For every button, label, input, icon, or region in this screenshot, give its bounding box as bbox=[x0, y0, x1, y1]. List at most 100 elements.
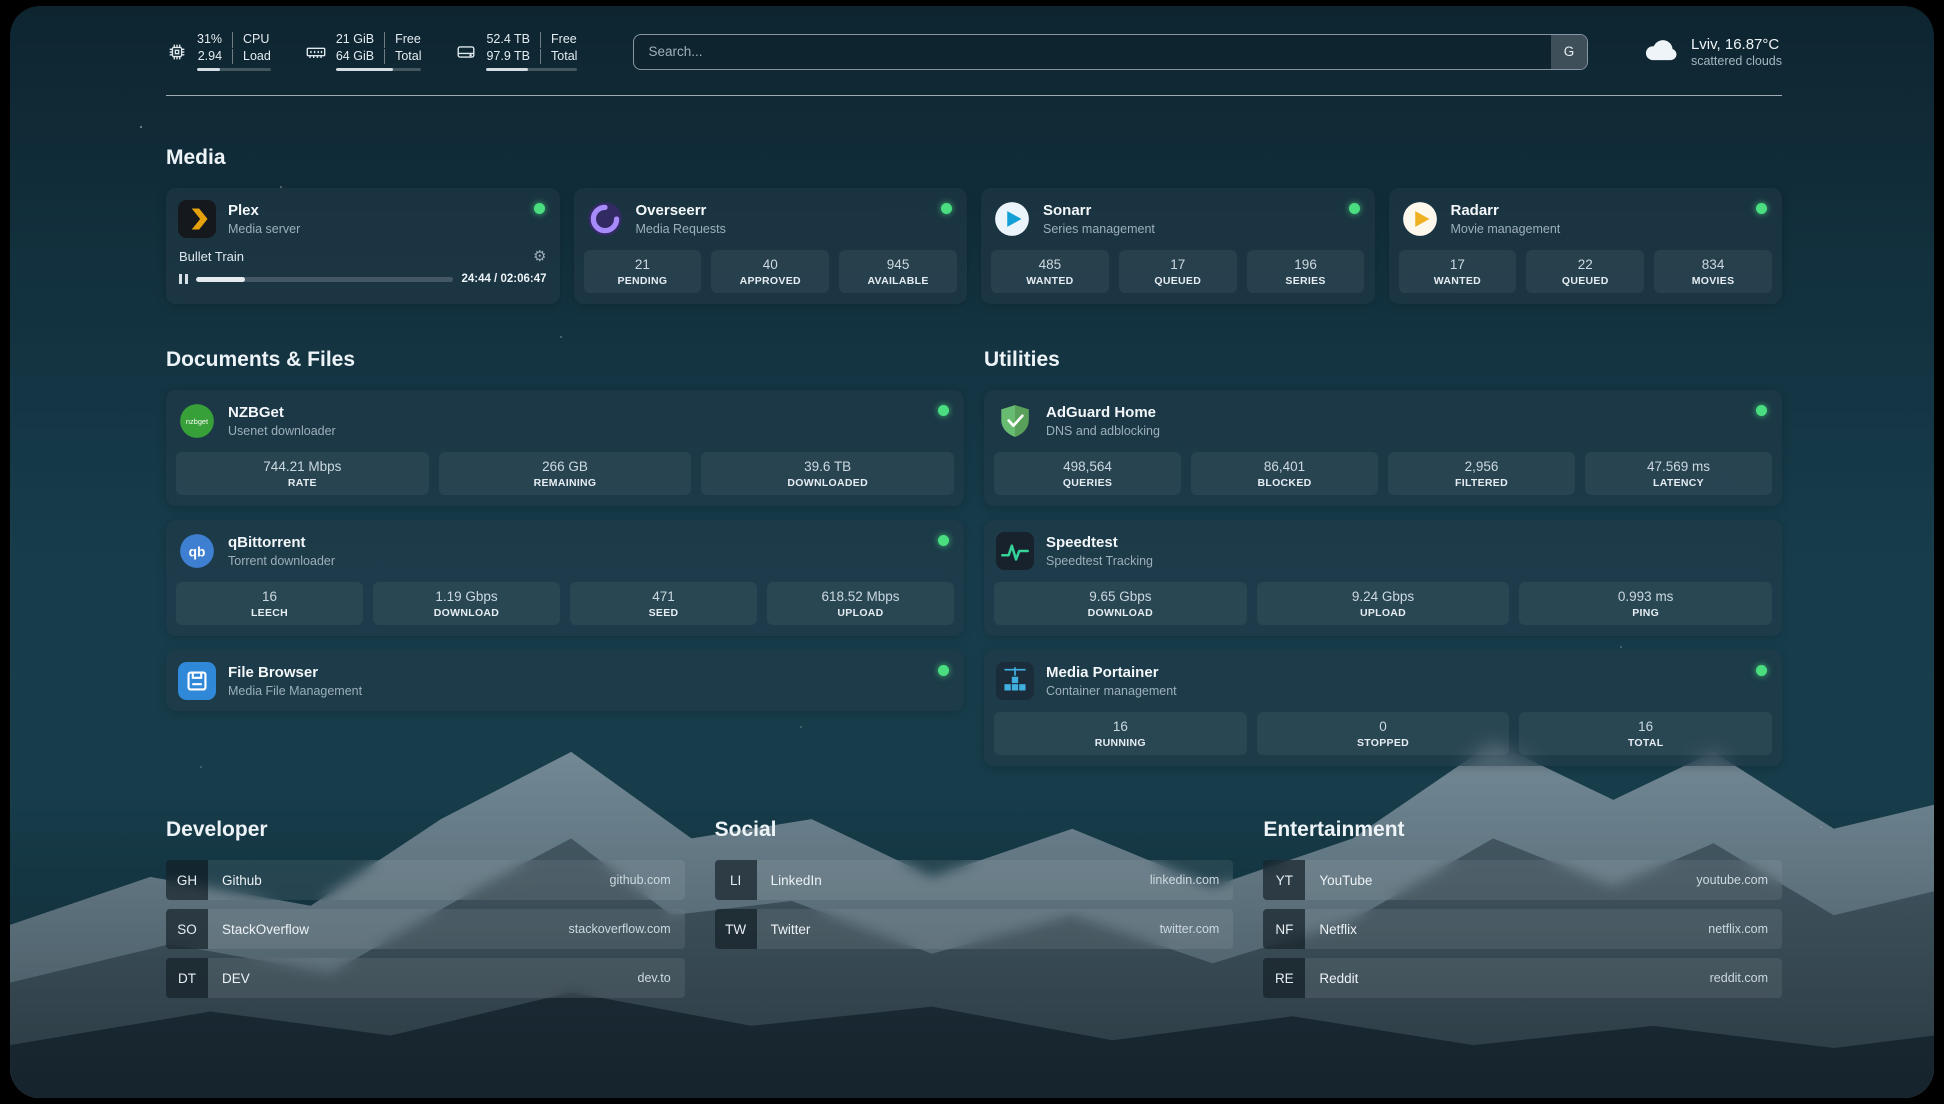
cpu-label-bottom: Load bbox=[232, 49, 271, 65]
memory-icon bbox=[305, 41, 327, 63]
service-name: NZBGet bbox=[228, 404, 336, 423]
service-card-radarr[interactable]: Radarr Movie management 17 WANTED 22 QUE… bbox=[1389, 188, 1783, 304]
stat-tile: 744.21 Mbps RATE bbox=[176, 452, 429, 495]
bookmark-abbr: RE bbox=[1263, 958, 1305, 998]
search-input[interactable] bbox=[634, 35, 1551, 69]
stat-label: WANTED bbox=[1401, 275, 1515, 287]
stat-label: LATENCY bbox=[1587, 477, 1770, 489]
weather-location: Lviv, 16.87°C bbox=[1691, 35, 1782, 55]
bookmark-github[interactable]: GH Github github.com bbox=[166, 860, 685, 900]
settings-gear-icon[interactable]: ⚙ bbox=[533, 247, 546, 265]
stat-label: STOPPED bbox=[1259, 737, 1508, 749]
stat-label: SEED bbox=[572, 607, 755, 619]
stat-value: 21 bbox=[586, 257, 700, 272]
stat-tile: 1.19 Gbps DOWNLOAD bbox=[373, 582, 560, 625]
now-playing: Bullet Train ⚙ 24:44 / 02:06:47 bbox=[176, 247, 550, 285]
bookmark-linkedin[interactable]: LI LinkedIn linkedin.com bbox=[715, 860, 1234, 900]
service-card-filebrowser[interactable]: File Browser Media File Management bbox=[166, 650, 964, 711]
stat-value: 196 bbox=[1249, 257, 1363, 272]
stat-tile: 39.6 TB DOWNLOADED bbox=[701, 452, 954, 495]
stat-label: UPLOAD bbox=[1259, 607, 1508, 619]
stat-tile: 471 SEED bbox=[570, 582, 757, 625]
playback-time: 24:44 / 02:06:47 bbox=[461, 273, 546, 285]
stat-tile: 17 QUEUED bbox=[1119, 250, 1237, 293]
service-subtitle: Media File Management bbox=[228, 684, 362, 698]
stat-tile: 2,956 FILTERED bbox=[1388, 452, 1575, 495]
service-card-nzbget[interactable]: nzbget NZBGet Usenet downloader 744.21 M… bbox=[166, 390, 964, 506]
bookmark-twitter[interactable]: TW Twitter twitter.com bbox=[715, 909, 1234, 949]
stat-tile: 16 LEECH bbox=[176, 582, 363, 625]
disk-label-bottom: Total bbox=[540, 49, 577, 65]
pause-icon bbox=[179, 274, 188, 284]
stat-label: QUEUED bbox=[1121, 275, 1235, 287]
stat-value: 485 bbox=[993, 257, 1107, 272]
search-bar: G bbox=[633, 34, 1588, 70]
service-subtitle: Torrent downloader bbox=[228, 554, 335, 568]
section-title-developer: Developer bbox=[166, 818, 685, 842]
stat-label: WANTED bbox=[993, 275, 1107, 287]
bookmark-url: twitter.com bbox=[1160, 922, 1220, 936]
stat-value: 86,401 bbox=[1193, 459, 1376, 474]
cpu-progress-bar bbox=[197, 68, 271, 71]
service-card-portainer[interactable]: Media Portainer Container management 16 … bbox=[984, 650, 1782, 766]
stat-label: SERIES bbox=[1249, 275, 1363, 287]
section-title-documents: Documents & Files bbox=[166, 348, 964, 372]
weather-condition: scattered clouds bbox=[1691, 54, 1782, 68]
stat-tile: 17 WANTED bbox=[1399, 250, 1517, 293]
stat-label: LEECH bbox=[178, 607, 361, 619]
bookmark-netflix[interactable]: NF Netflix netflix.com bbox=[1263, 909, 1782, 949]
service-name: Radarr bbox=[1451, 202, 1561, 221]
stat-value: 22 bbox=[1528, 257, 1642, 272]
stat-value: 618.52 Mbps bbox=[769, 589, 952, 604]
media-card-row: Plex Media server Bullet Train ⚙ 24:44 /… bbox=[166, 188, 1782, 304]
stat-value: 0 bbox=[1259, 719, 1508, 734]
stat-label: PING bbox=[1521, 607, 1770, 619]
service-card-sonarr[interactable]: Sonarr Series management 485 WANTED 17 Q… bbox=[981, 188, 1375, 304]
memory-widget: 21 GiB Free 64 GiB Total bbox=[305, 32, 422, 71]
bookmark-reddit[interactable]: RE Reddit reddit.com bbox=[1263, 958, 1782, 998]
bookmark-abbr: DT bbox=[166, 958, 208, 998]
cpu-icon bbox=[166, 41, 188, 63]
bookmark-group-social: Social LI LinkedIn linkedin.com TW Twitt… bbox=[715, 818, 1234, 1007]
bookmark-dev[interactable]: DT DEV dev.to bbox=[166, 958, 685, 998]
service-card-qbittorrent[interactable]: qb qBittorrent Torrent downloader 16 LEE… bbox=[166, 520, 964, 636]
bookmark-url: linkedin.com bbox=[1150, 873, 1219, 887]
service-card-speedtest[interactable]: Speedtest Speedtest Tracking 9.65 Gbps D… bbox=[984, 520, 1782, 636]
bookmark-name: Netflix bbox=[1319, 922, 1357, 937]
service-card-plex[interactable]: Plex Media server Bullet Train ⚙ 24:44 /… bbox=[166, 188, 560, 304]
stat-value: 9.65 Gbps bbox=[996, 589, 1245, 604]
bookmark-url: youtube.com bbox=[1696, 873, 1768, 887]
service-subtitle: Media Requests bbox=[636, 222, 726, 236]
stat-label: MOVIES bbox=[1656, 275, 1770, 287]
service-card-overseerr[interactable]: Overseerr Media Requests 21 PENDING 40 A… bbox=[574, 188, 968, 304]
bookmark-url: dev.to bbox=[638, 971, 671, 985]
stat-tile: 196 SERIES bbox=[1247, 250, 1365, 293]
stat-value: 17 bbox=[1121, 257, 1235, 272]
disk-total: 97.9 TB bbox=[486, 49, 540, 65]
adguard-icon bbox=[996, 402, 1034, 440]
disk-icon bbox=[455, 41, 477, 63]
radarr-icon bbox=[1401, 200, 1439, 238]
weather-widget: Lviv, 16.87°C scattered clouds bbox=[1644, 34, 1782, 69]
search-provider-button[interactable]: G bbox=[1551, 35, 1587, 69]
stat-tile: 0 STOPPED bbox=[1257, 712, 1510, 755]
bookmark-youtube[interactable]: YT YouTube youtube.com bbox=[1263, 860, 1782, 900]
stat-value: 16 bbox=[1521, 719, 1770, 734]
memory-free: 21 GiB bbox=[336, 32, 384, 48]
bookmark-abbr: NF bbox=[1263, 909, 1305, 949]
header-divider bbox=[166, 95, 1782, 96]
stat-value: 2,956 bbox=[1390, 459, 1573, 474]
service-card-adguard[interactable]: AdGuard Home DNS and adblocking 498,564 … bbox=[984, 390, 1782, 506]
memory-progress-bar bbox=[336, 68, 422, 71]
cloud-icon bbox=[1644, 34, 1680, 69]
cpu-widget: 31% CPU 2.94 Load bbox=[166, 32, 271, 71]
bookmark-name: YouTube bbox=[1319, 873, 1372, 888]
service-subtitle: Media server bbox=[228, 222, 300, 236]
cpu-percent: 31% bbox=[197, 32, 232, 48]
bookmark-group-entertainment: Entertainment YT YouTube youtube.com NF … bbox=[1263, 818, 1782, 1007]
bookmark-url: reddit.com bbox=[1710, 971, 1768, 985]
stat-value: 266 GB bbox=[441, 459, 690, 474]
stat-label: TOTAL bbox=[1521, 737, 1770, 749]
bookmark-stackoverflow[interactable]: SO StackOverflow stackoverflow.com bbox=[166, 909, 685, 949]
stat-value: 40 bbox=[713, 257, 827, 272]
